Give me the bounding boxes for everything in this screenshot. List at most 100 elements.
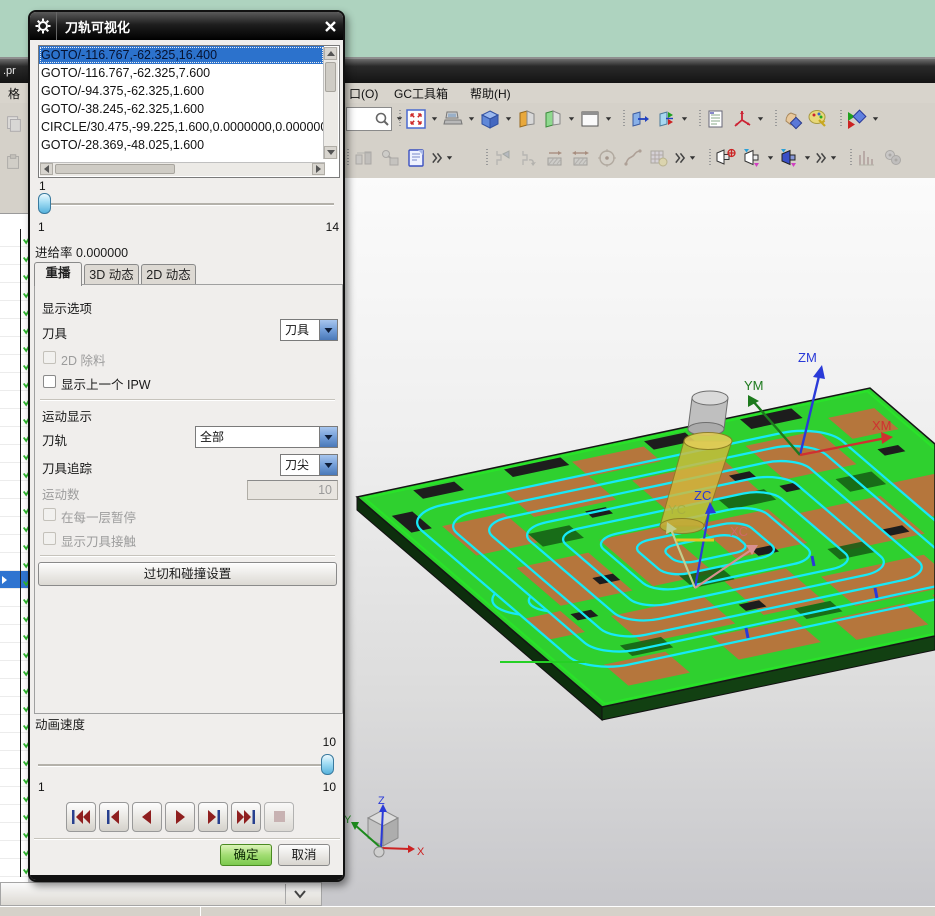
toolbar-overflow-icon[interactable] xyxy=(813,145,828,171)
navigator-row[interactable] xyxy=(0,679,32,697)
dropdown-caret-icon[interactable] xyxy=(755,106,766,132)
navigator-row[interactable] xyxy=(0,715,32,733)
shaded-view-icon[interactable] xyxy=(477,106,503,132)
navigator-row[interactable] xyxy=(0,643,32,661)
navigator-row[interactable] xyxy=(0,409,32,427)
navigator-row[interactable] xyxy=(0,481,32,499)
gouge-check-button[interactable]: 过切和碰撞设置 xyxy=(38,562,337,586)
window-display-icon[interactable] xyxy=(577,106,603,132)
ok-button[interactable]: 确定 xyxy=(220,844,272,866)
machine-sim-icon[interactable] xyxy=(880,145,906,171)
navigator-row[interactable] xyxy=(0,841,32,859)
navigator-row[interactable] xyxy=(0,301,32,319)
list-item[interactable]: GOTO/-116.767,-62.325,7.600 xyxy=(39,64,324,82)
navigator-row[interactable] xyxy=(0,283,32,301)
navigator-row[interactable] xyxy=(0,589,32,607)
vertical-scrollbar[interactable] xyxy=(323,47,338,159)
fixture-icon[interactable] xyxy=(351,145,377,171)
expand-panel-button[interactable] xyxy=(285,884,313,904)
wcs-orient-icon[interactable] xyxy=(729,106,755,132)
navigator-row[interactable] xyxy=(0,661,32,679)
navigator-row[interactable] xyxy=(0,499,32,517)
grid-palette-icon[interactable] xyxy=(646,145,672,171)
speed-slider-thumb[interactable] xyxy=(321,754,334,775)
navigator-row[interactable] xyxy=(0,265,32,283)
close-icon[interactable] xyxy=(317,12,343,40)
play-forward-button[interactable] xyxy=(165,802,195,832)
chevron-down-icon[interactable] xyxy=(319,427,337,447)
navigator-row[interactable] xyxy=(0,391,32,409)
toolpath-display-icon[interactable] xyxy=(490,145,516,171)
list-item[interactable]: GOTO/-116.767,-62.325,16.400 xyxy=(39,46,324,64)
vscroll-thumb[interactable] xyxy=(325,62,336,92)
dropdown-caret-icon[interactable] xyxy=(603,106,614,132)
toolbar-overflow-icon[interactable] xyxy=(672,145,687,171)
menu-format-partial[interactable]: 格 xyxy=(8,85,20,102)
cancel-button[interactable]: 取消 xyxy=(278,844,330,866)
tool-display-dropdown[interactable]: 刀具 xyxy=(280,319,338,341)
dialog-titlebar[interactable]: 刀轨可视化 xyxy=(30,12,343,40)
dropdown-caret-icon[interactable] xyxy=(765,145,776,171)
dropdown-caret-icon[interactable] xyxy=(566,106,577,132)
navigator-row[interactable] xyxy=(0,733,32,751)
toolpath-dropdown[interactable]: 全部 xyxy=(195,426,338,448)
go-to-end-button[interactable] xyxy=(231,802,261,832)
tab-replay[interactable]: 重播 xyxy=(34,262,82,286)
point-display-icon[interactable] xyxy=(594,145,620,171)
menu-help[interactable]: 帮助(H) xyxy=(470,85,511,102)
navigator-row[interactable] xyxy=(0,805,32,823)
list-item[interactable]: CIRCLE/30.475,-99.225,1.600,0.0000000,0.… xyxy=(39,118,324,136)
navigator-row[interactable] xyxy=(0,535,32,553)
navigator-row[interactable] xyxy=(0,571,32,589)
dropdown-caret-icon[interactable] xyxy=(444,145,455,171)
shop-docs-icon[interactable] xyxy=(403,145,429,171)
navigator-row[interactable] xyxy=(0,607,32,625)
navigator-row[interactable] xyxy=(0,229,32,247)
navigator-row[interactable] xyxy=(0,373,32,391)
gear-icon[interactable] xyxy=(30,12,57,40)
show-last-ipw-checkbox[interactable] xyxy=(43,375,56,388)
view-triad[interactable]: Z Y X xyxy=(344,795,425,858)
step-back-button[interactable] xyxy=(99,802,129,832)
show-plane-icon[interactable] xyxy=(627,106,653,132)
navigator-row[interactable] xyxy=(0,859,32,877)
chevron-down-icon[interactable] xyxy=(319,455,337,475)
tab-3d-dynamic[interactable]: 3D 动态 xyxy=(84,264,139,286)
navigator-row[interactable] xyxy=(0,553,32,571)
curve-display-icon[interactable] xyxy=(620,145,646,171)
progress-slider-thumb[interactable] xyxy=(38,193,51,214)
navigator-row[interactable] xyxy=(0,823,32,841)
dropdown-caret-icon[interactable] xyxy=(466,106,477,132)
toolbar-overflow-icon[interactable] xyxy=(429,145,444,171)
type-filter-icon[interactable] xyxy=(739,145,765,171)
list-item[interactable]: GOTO/-94.375,-62.325,1.600 xyxy=(39,82,324,100)
tool-track-dropdown[interactable]: 刀尖 xyxy=(280,454,338,476)
fit-view-icon[interactable] xyxy=(403,106,429,132)
visualization-palette-icon[interactable] xyxy=(805,106,831,132)
menu-gc-toolbox[interactable]: GC工具箱 xyxy=(394,85,448,102)
tab-2d-dynamic[interactable]: 2D 动态 xyxy=(141,264,196,286)
dropdown-caret-icon[interactable] xyxy=(802,145,813,171)
paste-icon[interactable] xyxy=(1,149,27,175)
navigator-row[interactable] xyxy=(0,517,32,535)
horizontal-scrollbar[interactable] xyxy=(40,162,325,176)
copy-icon[interactable] xyxy=(1,111,27,137)
scroll-right-icon[interactable] xyxy=(312,163,325,175)
navigator-row[interactable] xyxy=(0,625,32,643)
filter-crosshair-icon[interactable] xyxy=(713,145,739,171)
selection-hand-icon[interactable] xyxy=(779,106,805,132)
section-view-icon[interactable] xyxy=(514,106,540,132)
menu-window[interactable]: 口(O) xyxy=(349,85,378,102)
play-reverse-button[interactable] xyxy=(132,802,162,832)
speed-slider[interactable] xyxy=(38,753,334,779)
navigator-row[interactable] xyxy=(0,769,32,787)
information-list-icon[interactable] xyxy=(703,106,729,132)
navigator-row[interactable] xyxy=(0,445,32,463)
dropdown-caret-icon[interactable] xyxy=(828,145,839,171)
scroll-up-icon[interactable] xyxy=(324,47,337,60)
scroll-left-icon[interactable] xyxy=(40,163,53,175)
progress-slider[interactable] xyxy=(38,192,334,218)
object-display-icon[interactable] xyxy=(844,106,870,132)
dropdown-caret-icon[interactable] xyxy=(679,106,690,132)
navigator-row[interactable] xyxy=(0,463,32,481)
